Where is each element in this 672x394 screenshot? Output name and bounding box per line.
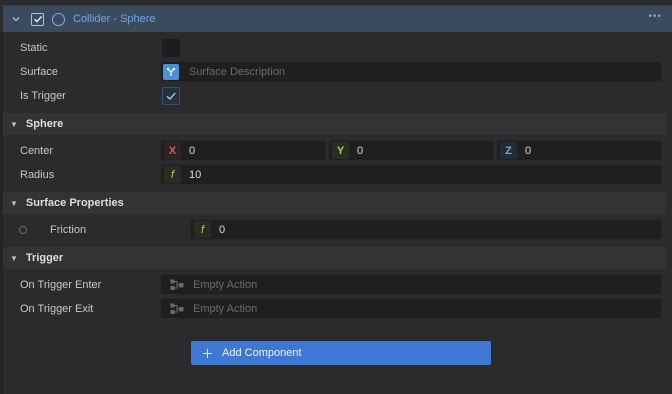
collapse-triangle-icon[interactable]: ▼ [10,199,18,208]
float-badge: f [194,221,211,238]
static-label: Static [20,42,48,54]
component-title: Collider - Sphere [73,13,156,25]
override-radio-icon[interactable] [19,226,27,234]
action-graph-icon [169,277,185,293]
center-z-value: 0 [525,144,532,157]
float-badge: f [164,166,181,183]
surface-asset-icon[interactable] [163,63,179,80]
x-axis-badge: X [164,142,181,159]
is-trigger-checkbox[interactable] [162,87,180,105]
section-surface-properties[interactable]: ▼ Surface Properties [3,192,666,214]
center-label: Center [20,145,54,157]
radius-field[interactable]: f 10 [160,164,662,185]
center-y-field[interactable]: Y 0 [328,140,494,161]
static-checkbox[interactable] [162,39,180,57]
surface-field[interactable]: Surface Description [160,61,662,82]
z-axis-badge: Z [500,142,517,159]
on-trigger-enter-field[interactable]: Empty Action [160,274,662,295]
plus-icon [203,348,212,358]
radius-label: Radius [20,169,55,181]
friction-field[interactable]: f 0 [190,219,662,240]
more-options-icon[interactable]: ••• [648,11,662,22]
collapse-triangle-icon[interactable]: ▼ [10,120,18,129]
center-z-field[interactable]: Z 0 [496,140,662,161]
center-x-value: 0 [189,144,196,157]
on-trigger-enter-placeholder: Empty Action [193,278,258,291]
add-component-button[interactable]: Add Component [191,341,491,365]
section-trigger[interactable]: ▼ Trigger [3,247,666,269]
y-axis-badge: Y [332,142,349,159]
on-trigger-enter-label: On Trigger Enter [20,279,102,291]
component-header[interactable]: Collider - Sphere ••• [3,6,672,32]
on-trigger-exit-placeholder: Empty Action [193,302,258,315]
center-x-field[interactable]: X 0 [160,140,326,161]
on-trigger-exit-field[interactable]: Empty Action [160,298,662,319]
chevron-down-icon[interactable] [8,11,24,27]
friction-label: Friction [50,224,87,236]
section-title: Surface Properties [25,197,124,209]
center-y-value: 0 [357,144,364,157]
component-enabled-checkbox[interactable] [31,12,44,26]
section-title: Sphere [25,118,64,130]
friction-value: 0 [219,223,226,236]
section-title: Trigger [25,252,64,264]
section-sphere[interactable]: ▼ Sphere [3,113,666,135]
scrollbar[interactable] [666,32,672,394]
sphere-collider-icon [52,12,65,26]
action-graph-icon [169,301,185,317]
on-trigger-exit-label: On Trigger Exit [20,303,94,315]
collapse-triangle-icon[interactable]: ▼ [10,254,18,263]
radius-value: 10 [189,168,202,181]
is-trigger-label: Is Trigger [20,90,66,102]
surface-label: Surface [20,66,58,78]
surface-placeholder: Surface Description [189,65,285,78]
add-component-label: Add Component [222,347,302,359]
